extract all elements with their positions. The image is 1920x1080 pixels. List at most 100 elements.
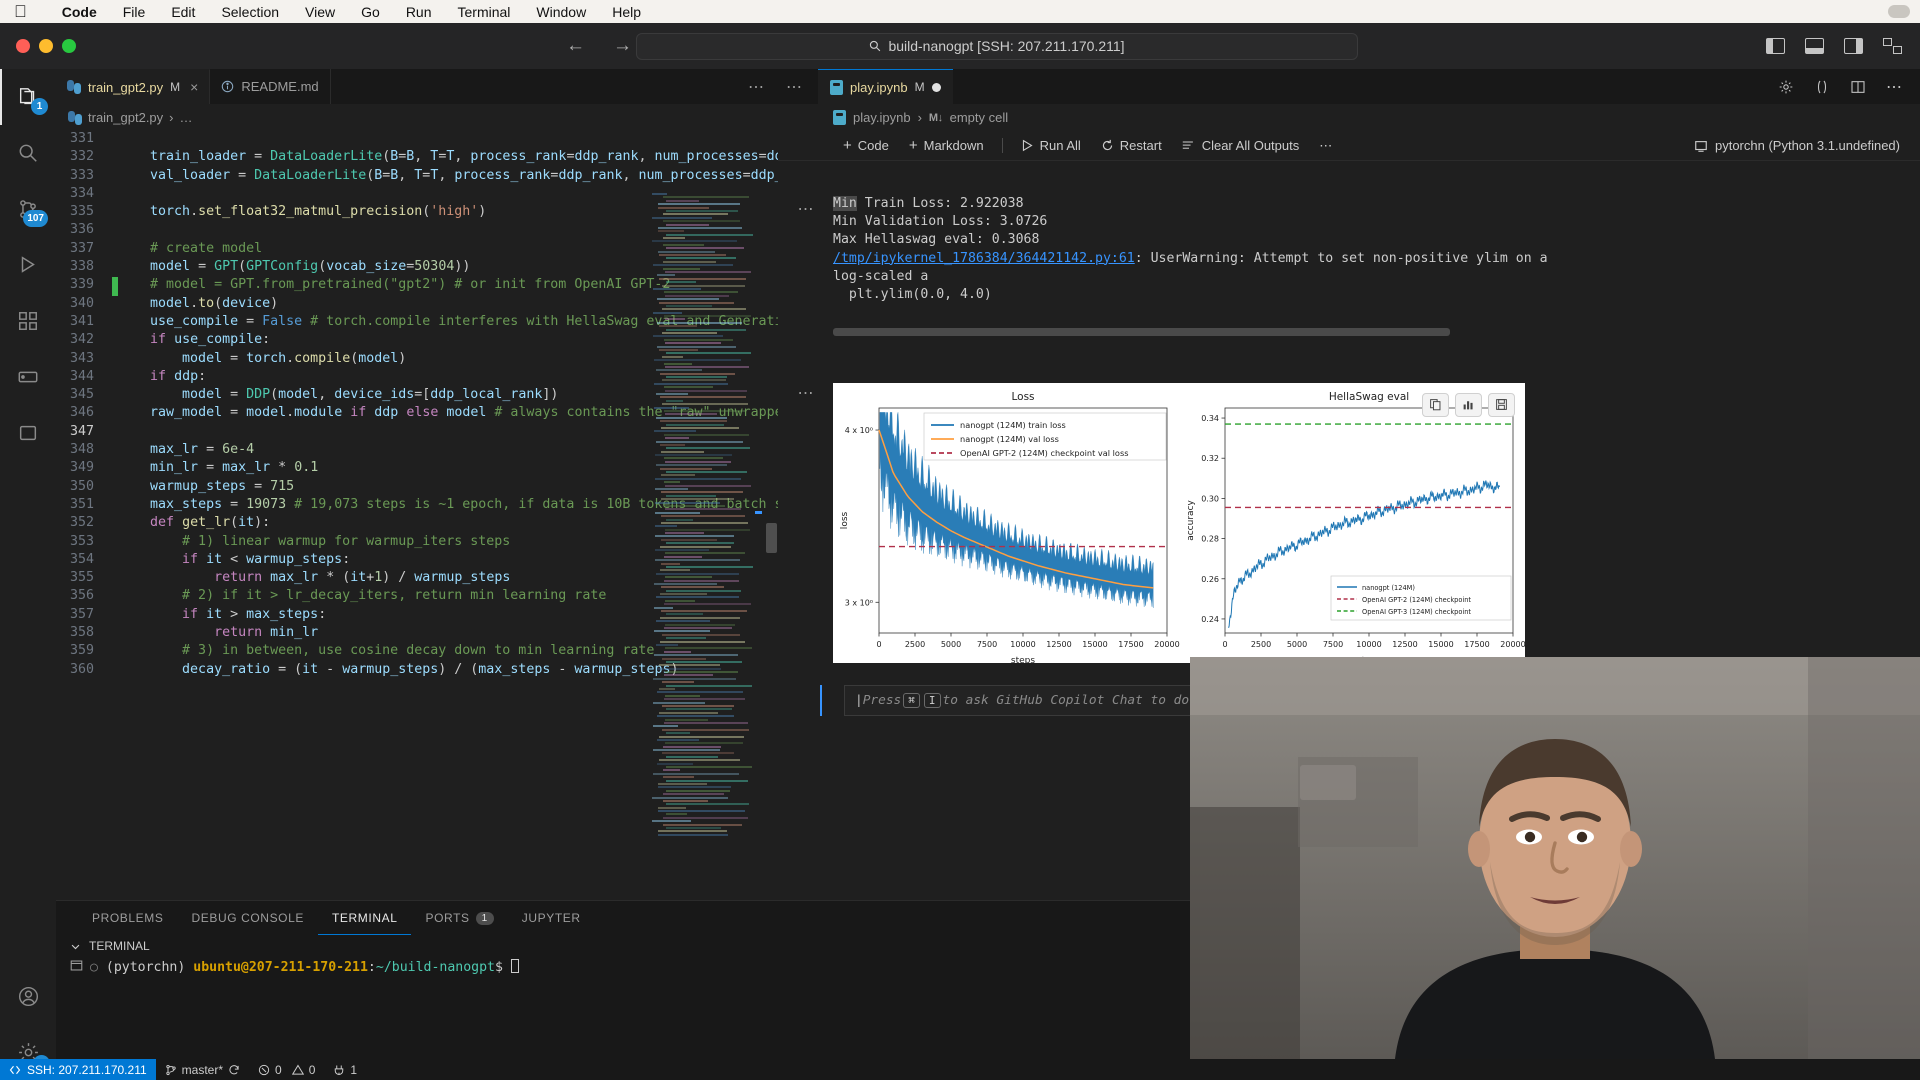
figure-toolbar[interactable]: [1422, 392, 1515, 417]
save-icon[interactable]: [1488, 392, 1515, 417]
terminal-command-line[interactable]: ○ (pytorchn) ubuntu@207-211-170-211:~/bu…: [90, 959, 519, 975]
tab-ports[interactable]: PORTS 1: [411, 901, 507, 935]
menu-item-run[interactable]: Run: [393, 4, 445, 20]
toggle-panel-icon[interactable]: [1805, 38, 1824, 54]
ports-indicator[interactable]: 1: [324, 1059, 366, 1080]
matplotlib-figure[interactable]: Loss loss steps 0 2500 5000 7500 10000 12500 1500…: [833, 382, 1526, 666]
sidebar-item-source-control[interactable]: 107: [0, 181, 56, 237]
problems-indicator[interactable]: 0 0: [249, 1059, 324, 1080]
gear-icon[interactable]: [1778, 79, 1794, 95]
sidebar-item-extensions[interactable]: [0, 293, 56, 349]
layout-controls[interactable]: [1766, 38, 1902, 54]
breadcrumb-rest[interactable]: …: [180, 110, 193, 125]
add-code-cell-button[interactable]: + Code: [833, 134, 899, 158]
clear-all-outputs-button[interactable]: Clear All Outputs: [1172, 134, 1310, 158]
code-text: torch.set_float32_matmul_precision('high…: [150, 204, 487, 220]
cell-more-icon[interactable]: ⋯: [778, 191, 833, 381]
tab-readme-md[interactable]: README.md: [210, 69, 331, 104]
tab-train-gpt2-py[interactable]: train_gpt2.py M ×: [56, 69, 211, 104]
breadcrumb-file[interactable]: play.ipynb: [853, 110, 911, 125]
kernel-selector[interactable]: pytorchn (Python 3.1.undefined): [1694, 138, 1920, 153]
control-center-icon[interactable]: [1888, 5, 1910, 18]
breadcrumb[interactable]: train_gpt2.py › …: [56, 104, 778, 131]
explorer-badge: 1: [31, 98, 48, 115]
menu-item-help[interactable]: Help: [599, 4, 654, 20]
breadcrumb-file[interactable]: train_gpt2.py: [88, 110, 163, 125]
code-line[interactable]: 331: [56, 131, 778, 149]
menu-item-edit[interactable]: Edit: [158, 4, 208, 20]
menu-item-selection[interactable]: Selection: [208, 4, 292, 20]
minimap-line: [658, 833, 728, 836]
notebook-breadcrumb[interactable]: play.ipynb › M↓ empty cell: [778, 104, 1920, 131]
output-horizontal-scrollbar[interactable]: [833, 328, 1450, 337]
breadcrumb-cell[interactable]: empty cell: [950, 110, 1009, 125]
tab-terminal[interactable]: TERMINAL: [318, 901, 412, 935]
command-center-search[interactable]: build-nanogpt [SSH: 207.211.170.211]: [636, 32, 1358, 60]
toggle-secondary-sidebar-icon[interactable]: [1844, 38, 1863, 54]
customize-layout-icon[interactable]: [1883, 38, 1902, 54]
sidebar-item-explorer[interactable]: 1: [0, 69, 56, 125]
menu-item-window[interactable]: Window: [523, 4, 599, 20]
minimap-line: [652, 216, 712, 219]
notebook-tab-actions[interactable]: ⋯: [1778, 69, 1920, 104]
minimap-line: [665, 671, 739, 674]
cell-more-icon[interactable]: ⋯: [778, 383, 833, 663]
minimap-line: [663, 745, 722, 748]
maximize-window-button[interactable]: [62, 39, 76, 53]
split-editor-icon[interactable]: [1850, 79, 1866, 95]
notebook-file-icon: [833, 110, 846, 125]
close-window-button[interactable]: [16, 39, 30, 53]
restart-kernel-button[interactable]: Restart: [1091, 134, 1172, 158]
remote-indicator[interactable]: SSH: 207.211.170.211: [0, 1059, 156, 1080]
notebook-more-actions[interactable]: ⋯: [1309, 134, 1342, 158]
go-back-icon[interactable]: ←: [566, 35, 585, 57]
sidebar-item-search[interactable]: [0, 125, 56, 181]
menu-item-code[interactable]: Code: [49, 4, 110, 20]
branch-label: master*: [181, 1062, 223, 1077]
sidebar-item-remote-explorer[interactable]: [0, 349, 56, 405]
menu-item-terminal[interactable]: Terminal: [445, 4, 524, 20]
editor-actions-more-icon[interactable]: ⋯: [748, 69, 778, 104]
unsaved-dot-icon[interactable]: [931, 82, 941, 92]
minimap-line: [663, 291, 738, 294]
code-line[interactable]: 332 train_loader = DataLoaderLite(B=B, T…: [56, 149, 778, 167]
accounts-button[interactable]: [0, 968, 56, 1024]
toggle-primary-sidebar-icon[interactable]: [1766, 38, 1785, 54]
navigation-arrows[interactable]: ← →: [566, 35, 632, 57]
tab-problems[interactable]: PROBLEMS: [78, 901, 178, 935]
menu-item-go[interactable]: Go: [348, 4, 393, 20]
minimize-window-button[interactable]: [39, 39, 53, 53]
sidebar-item-run-and-debug[interactable]: [0, 237, 56, 293]
tab-jupyter[interactable]: JUPYTER: [508, 901, 595, 935]
warning-source-link[interactable]: /tmp/ipykernel_1786384/364421142.py:61: [833, 251, 1135, 266]
go-forward-icon[interactable]: →: [613, 35, 632, 57]
scrollbar-thumb[interactable]: [766, 523, 777, 553]
code-editor[interactable]: 331 332 train_loader = DataLoaderLite(B=B…: [56, 131, 778, 900]
copy-icon[interactable]: [1422, 392, 1449, 417]
menu-item-view[interactable]: View: [292, 4, 348, 20]
tab-debug-console[interactable]: DEBUG CONSOLE: [178, 901, 319, 935]
menu-item-file[interactable]: File: [110, 4, 159, 20]
sidebar-item-testing[interactable]: [0, 405, 56, 461]
sync-icon[interactable]: [228, 1064, 240, 1076]
editor-more-icon[interactable]: ⋯: [786, 69, 802, 104]
code-text: model.to(device): [150, 295, 279, 311]
source-control-badge: 107: [23, 210, 48, 227]
add-markdown-cell-button[interactable]: + Markdown: [899, 134, 994, 158]
variables-icon[interactable]: [1814, 79, 1830, 95]
loss-xtick: 2500: [905, 640, 925, 649]
webcam-overlay[interactable]: [1190, 657, 1920, 1059]
editor-scrollbar[interactable]: [764, 193, 778, 900]
more-actions-icon[interactable]: ⋯: [1886, 77, 1902, 97]
window-traffic-lights[interactable]: [0, 39, 76, 53]
minimap[interactable]: [652, 193, 753, 900]
run-all-button[interactable]: Run All: [1011, 134, 1091, 158]
apple-logo-icon[interactable]: : [14, 3, 27, 20]
minimap-line: [665, 789, 730, 792]
git-branch-indicator[interactable]: master*: [156, 1059, 249, 1080]
tab-play-ipynb[interactable]: play.ipynb M: [818, 69, 953, 104]
chart-icon[interactable]: [1455, 392, 1482, 417]
code-line[interactable]: 333 val_loader = DataLoaderLite(B=B, T=T…: [56, 168, 778, 186]
close-tab-icon[interactable]: ×: [190, 79, 198, 95]
chevron-down-icon[interactable]: [70, 941, 81, 952]
